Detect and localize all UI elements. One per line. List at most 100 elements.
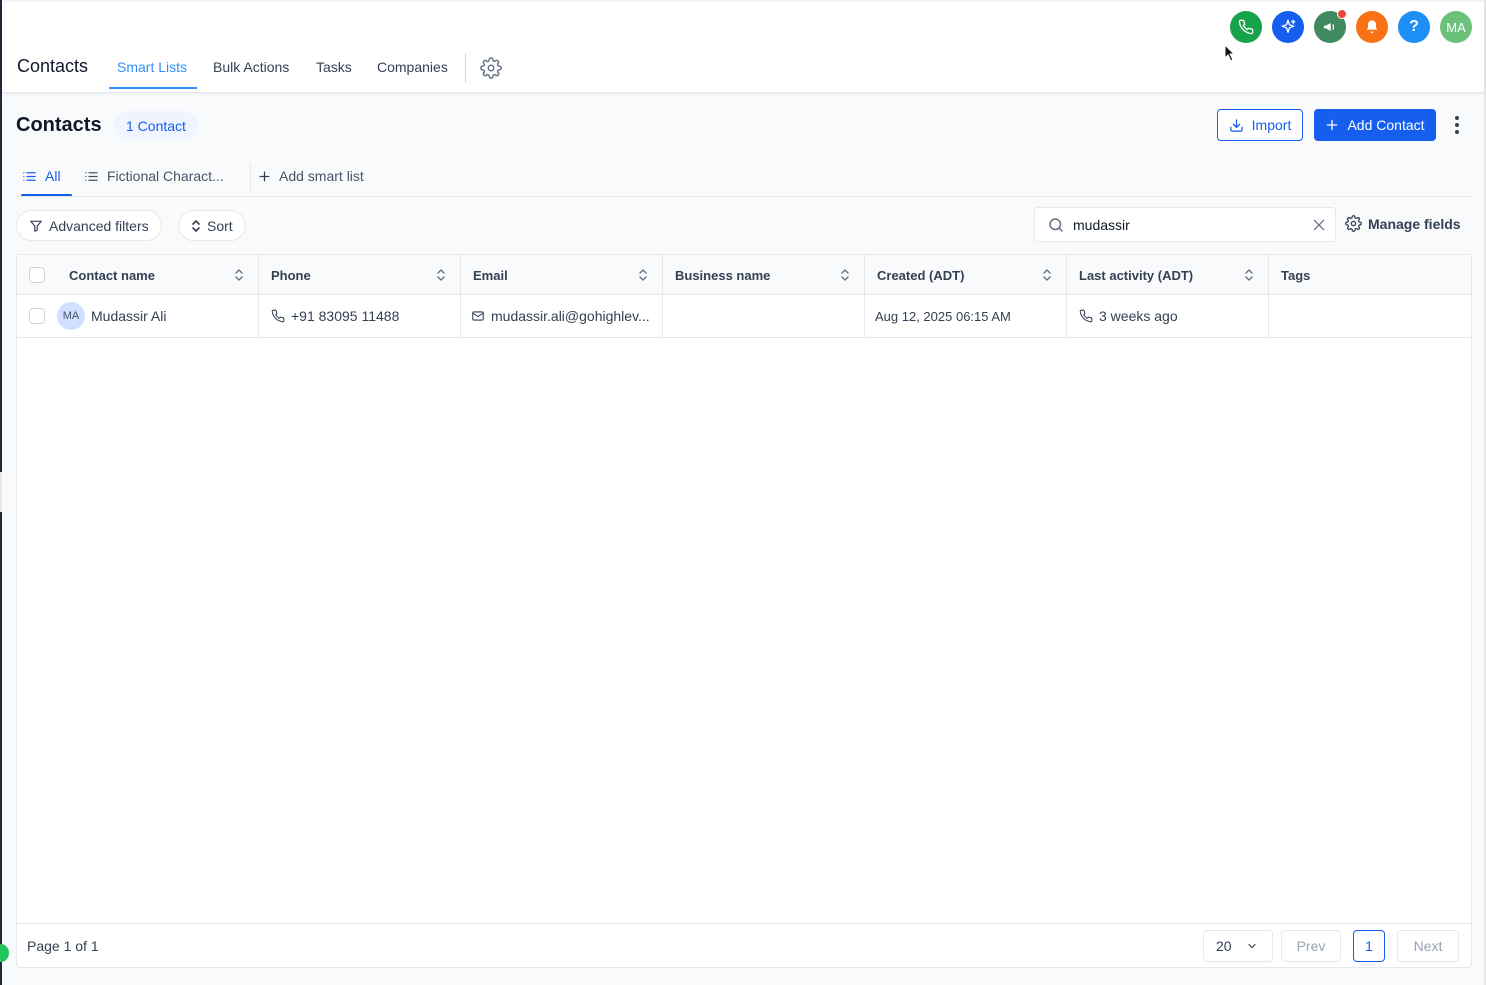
smart-list-tab-all-label: All [45, 168, 61, 184]
smart-list-divider [250, 163, 251, 191]
phone-icon [1238, 19, 1254, 35]
per-page-value: 20 [1216, 938, 1232, 954]
mail-icon [472, 311, 484, 321]
phone-value: +91 83095 11488 [291, 308, 400, 324]
gear-icon [1345, 215, 1362, 232]
user-avatar[interactable]: MA [1440, 11, 1472, 43]
search-field[interactable] [1034, 207, 1336, 242]
page-number-button[interactable]: 1 [1353, 930, 1385, 962]
ai-sparkle-icon [1281, 19, 1296, 33]
column-header-phone[interactable]: Phone [259, 255, 461, 295]
next-page-button[interactable]: Next [1397, 930, 1459, 962]
tab-companies[interactable]: Companies [377, 59, 448, 75]
import-label: Import [1251, 117, 1292, 133]
settings-gear-icon[interactable] [480, 57, 502, 79]
clear-search-icon[interactable] [1311, 217, 1327, 233]
add-contact-button[interactable]: Add Contact [1314, 109, 1436, 141]
select-all-cell [17, 255, 57, 295]
plus-icon [259, 171, 270, 181]
notification-dot [1337, 9, 1347, 19]
table-footer: Page 1 of 1 20 Prev 1 Next [17, 923, 1471, 967]
notifications-button[interactable] [1356, 11, 1388, 43]
smart-list-tab-all[interactable]: All [22, 168, 61, 184]
top-header: Contacts Smart Lists Bulk Actions Tasks … [2, 0, 1484, 93]
column-label: Tags [1281, 267, 1311, 283]
top-border [2, 0, 1484, 2]
advanced-filters-label: Advanced filters [49, 217, 149, 234]
phone-button[interactable] [1230, 11, 1262, 43]
smart-list-tab-fictional[interactable]: Fictional Charact... [84, 168, 224, 184]
import-button[interactable]: Import [1217, 109, 1303, 141]
manage-fields-label: Manage fields [1368, 215, 1461, 232]
add-smart-list-label: Add smart list [279, 168, 364, 184]
mouse-cursor-icon [1224, 44, 1236, 62]
window-edge-gap [0, 472, 2, 512]
app-title: Contacts [17, 56, 89, 76]
sort-icon[interactable] [1042, 268, 1052, 282]
floating-status-dot[interactable] [0, 944, 9, 962]
column-label: Email [473, 267, 508, 283]
row-select-cell [17, 295, 57, 337]
megaphone-icon [1324, 23, 1335, 31]
contact-count-badge: 1 Contact [114, 111, 198, 140]
tab-smart-lists[interactable]: Smart Lists [117, 59, 187, 75]
search-input[interactable] [1073, 216, 1293, 233]
advanced-filters-button[interactable]: Advanced filters [16, 210, 162, 241]
help-icon: ? [1409, 18, 1419, 35]
column-header-tags[interactable]: Tags [1269, 255, 1471, 295]
last-activity-value: 3 weeks ago [1099, 308, 1178, 324]
tab-bulk-actions[interactable]: Bulk Actions [213, 59, 289, 75]
tab-tasks[interactable]: Tasks [316, 59, 352, 75]
manage-fields-button[interactable]: Manage fields [1345, 215, 1461, 232]
table-row[interactable]: MA Mudassir Ali +91 83095 11488 mudassir… [17, 295, 1471, 338]
email-cell[interactable]: mudassir.ali@gohighlev... [461, 295, 663, 337]
ai-assistant-button[interactable] [1272, 11, 1304, 43]
bell-icon [1366, 20, 1378, 33]
column-header-email[interactable]: Email [461, 255, 663, 295]
column-label: Last activity (ADT) [1079, 267, 1194, 283]
column-header-business-name[interactable]: Business name [663, 255, 865, 295]
table-header: Contact name Phone Email Business name C… [17, 255, 1471, 295]
created-value: Aug 12, 2025 06:15 AM [875, 308, 1011, 324]
download-icon [1229, 118, 1243, 132]
tab-active-underline [109, 87, 197, 89]
created-cell: Aug 12, 2025 06:15 AM [865, 295, 1067, 337]
contact-avatar: MA [57, 302, 85, 330]
filter-icon [30, 220, 42, 232]
prev-page-button[interactable]: Prev [1281, 930, 1341, 962]
more-options-icon[interactable] [1449, 113, 1465, 137]
column-header-last-activity[interactable]: Last activity (ADT) [1067, 255, 1269, 295]
announcements-button[interactable] [1314, 9, 1347, 43]
column-label: Business name [675, 267, 771, 283]
add-contact-label: Add Contact [1347, 117, 1425, 133]
sort-icon[interactable] [234, 268, 244, 282]
phone-icon [271, 309, 285, 323]
list-icon [85, 171, 98, 181]
column-label: Phone [271, 267, 311, 283]
select-all-checkbox[interactable] [29, 267, 45, 283]
sort-icon[interactable] [1244, 268, 1254, 282]
page-title: Contacts [16, 114, 102, 136]
smart-list-tab-fictional-label: Fictional Charact... [107, 168, 224, 184]
sort-icon[interactable] [436, 268, 446, 282]
sort-icon[interactable] [840, 268, 850, 282]
sort-button[interactable]: Sort [178, 210, 246, 241]
search-icon [1049, 217, 1063, 232]
contact-name-cell[interactable]: MA Mudassir Ali [57, 295, 259, 337]
page-info: Page 1 of 1 [27, 938, 99, 954]
help-button[interactable]: ? [1398, 11, 1430, 43]
row-checkbox[interactable] [29, 308, 45, 324]
tags-cell [1269, 295, 1471, 337]
sort-icon[interactable] [638, 268, 648, 282]
per-page-select[interactable]: 20 [1203, 930, 1273, 962]
last-activity-cell: 3 weeks ago [1067, 295, 1269, 337]
column-header-created[interactable]: Created (ADT) [865, 255, 1067, 295]
contact-name-link[interactable]: Mudassir Ali [91, 308, 166, 324]
contacts-table: Contact name Phone Email Business name C… [16, 254, 1472, 968]
phone-icon [1079, 309, 1093, 323]
add-smart-list-button[interactable]: Add smart list [258, 168, 364, 184]
column-label: Contact name [69, 267, 155, 283]
business-name-cell [663, 295, 865, 337]
phone-cell[interactable]: +91 83095 11488 [259, 295, 461, 337]
column-header-contact-name[interactable]: Contact name [57, 255, 259, 295]
